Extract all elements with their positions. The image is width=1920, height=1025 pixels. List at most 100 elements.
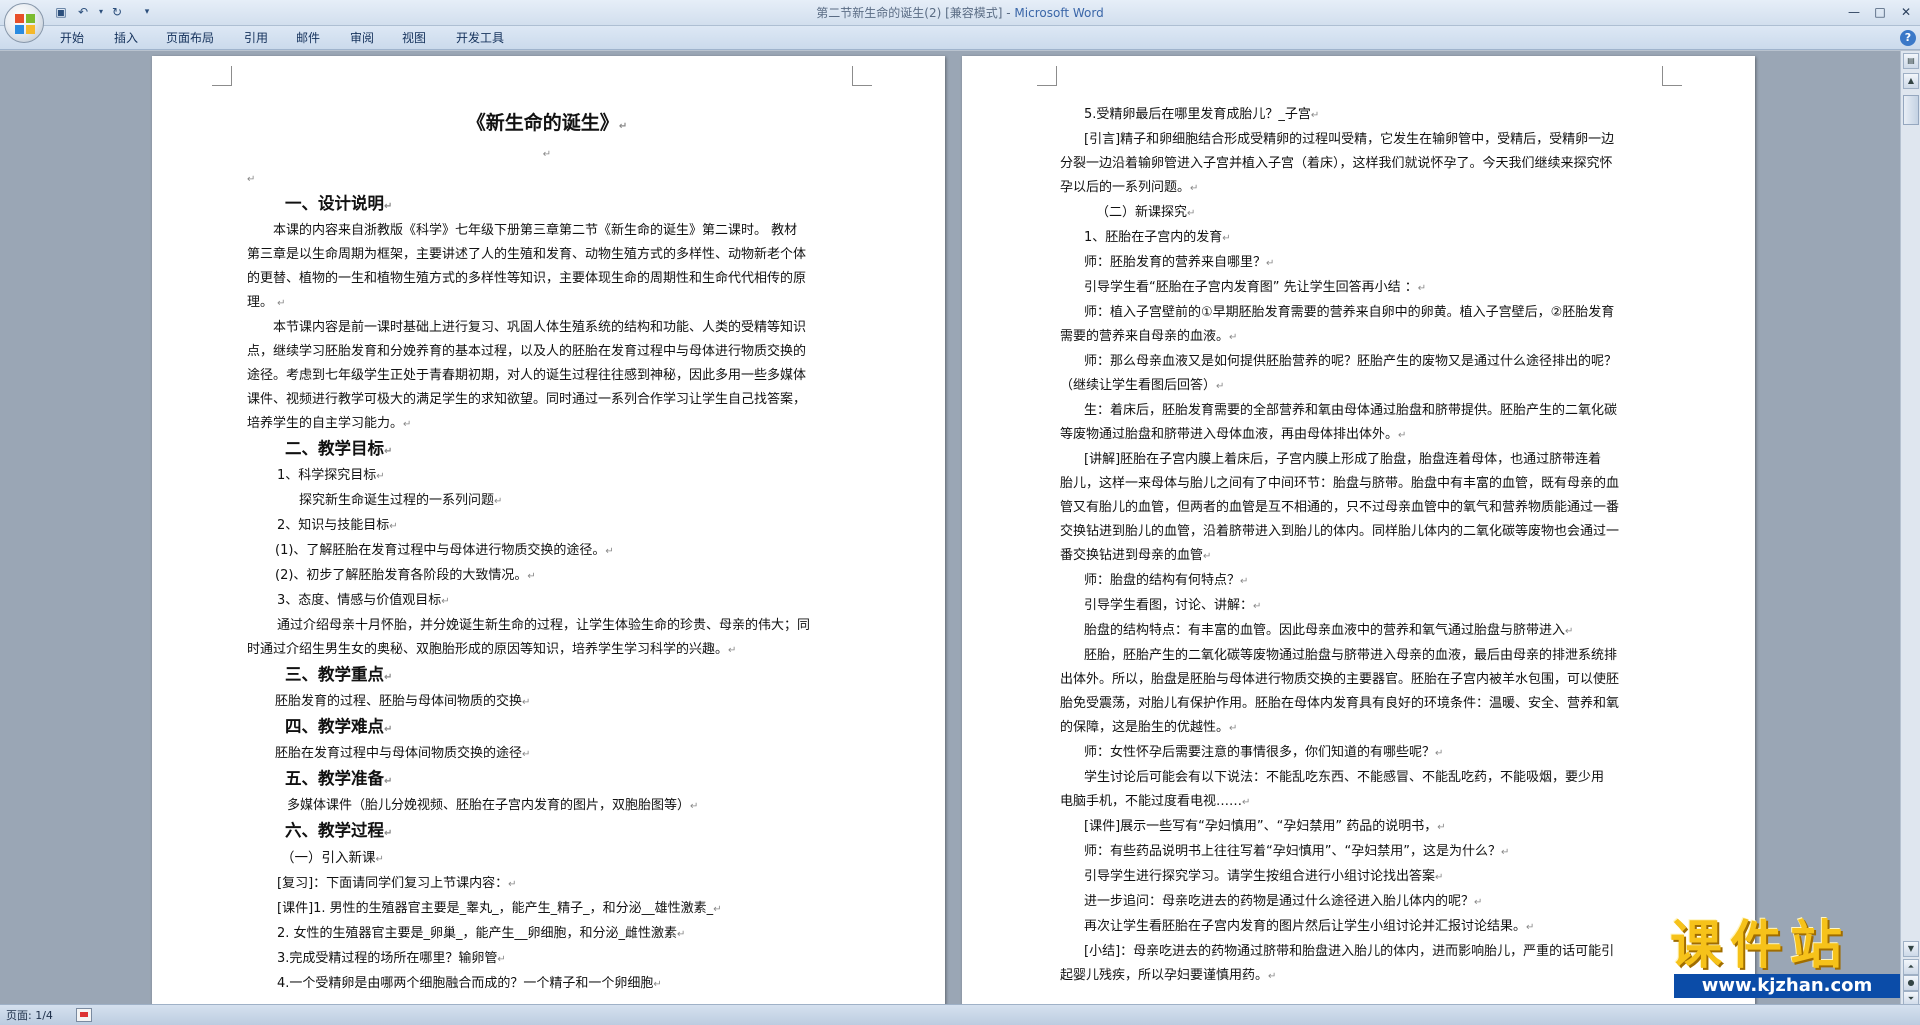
- paragraph-line: 3.完成受精过程的场所在哪里？输卵管↵: [277, 951, 506, 966]
- paragraph-line: [课件]展示一些写有“孕妇慎用”、“孕妇禁用” 药品的说明书，↵: [1084, 819, 1446, 834]
- watermark-title: 课件站: [1670, 916, 1851, 976]
- office-logo-icon: [15, 14, 35, 34]
- page-1-content: 《新生命的诞生》↵ ↵ ↵ 一、设计说明↵ 本课的内容来自浙教版《科学》七年级下…: [247, 108, 847, 997]
- paragraph-line: 的保障，这是胎生的优越性。↵: [1060, 720, 1238, 735]
- window-title: 第二节新生命的诞生(2) [兼容模式] - Microsoft Word: [0, 0, 1920, 26]
- app-name: Microsoft Word: [1014, 6, 1104, 20]
- paragraph-line: 等废物通过胎盘和脐带进入母体血液，再由母体排出体外。↵: [1060, 427, 1407, 442]
- help-icon[interactable]: ?: [1900, 30, 1916, 46]
- paragraph-line: 培养学生的自主学习能力。↵: [247, 416, 412, 431]
- paragraph-line: 5.受精卵最后在哪里发育成胎儿？_子宫↵: [1084, 107, 1320, 122]
- tab-review[interactable]: 审阅: [350, 29, 374, 47]
- paragraph-line: 胎免受震荡，对胎儿有保护作用。胚胎在母体内发育具有良好的环境条件：温暖、安全、营…: [1060, 696, 1620, 711]
- paragraph-line: 电脑手机，不能过度看电视……↵: [1060, 794, 1251, 809]
- page-1[interactable]: 《新生命的诞生》↵ ↵ ↵ 一、设计说明↵ 本课的内容来自浙教版《科学》七年级下…: [152, 56, 945, 1004]
- ribbon-tabs: 开始 插入 页面布局 引用 邮件 审阅 视图 开发工具 ?: [0, 26, 1920, 50]
- ruler-toggle-icon[interactable]: ▤: [1903, 53, 1919, 69]
- paragraph-line: 师：女性怀孕后需要注意的事情很多，你们知道的有哪些呢？↵: [1084, 745, 1444, 760]
- scroll-up-icon[interactable]: ▲: [1903, 73, 1919, 89]
- paragraph-line: 胎盘的结构特点：有丰富的血管。因此母亲血液中的营养和氧气通过胎盘与脐带进入↵: [1084, 623, 1574, 638]
- paragraph-line: 探究新生命诞生过程的一系列问题↵: [299, 493, 503, 508]
- heading-preparation: 五、教学准备↵: [285, 769, 393, 788]
- scroll-thumb[interactable]: [1903, 95, 1919, 125]
- title-bar: ▣ ↶ ▾ ↻ ▾ 第二节新生命的诞生(2) [兼容模式] - Microsof…: [0, 0, 1920, 43]
- tab-references[interactable]: 引用: [244, 29, 268, 47]
- paragraph-line: 生：着床后，胚胎发育需要的全部营养和氧由母体通过胎盘和脐带提供。胚胎产生的二氧化…: [1084, 403, 1618, 418]
- vertical-scrollbar[interactable]: ▤ ▲ ▼ ⏶ ● ⏷: [1900, 51, 1920, 1007]
- tab-insert[interactable]: 插入: [114, 29, 138, 47]
- close-button[interactable]: ✕: [1894, 3, 1918, 21]
- paragraph-line: 本节课内容是前一课时基础上进行复习、巩固人体生殖系统的结构和功能、人类的受精等知…: [273, 320, 807, 335]
- maximize-button[interactable]: □: [1868, 3, 1892, 21]
- paragraph-line: 番交换钻进到母亲的血管↵: [1060, 548, 1212, 563]
- paragraph-line: 胚胎在发育过程中与母体间物质交换的途径↵: [275, 746, 531, 761]
- watermark-logo: 课件站 www.kjzhan.com: [1670, 918, 1900, 1000]
- crop-mark: [852, 66, 872, 86]
- paragraph-line: 师：胚胎发育的营养来自哪里？↵: [1084, 255, 1275, 270]
- paragraph-line: 第三章是以生命周期为框架，主要讲述了人的生殖和发育、动物生殖方式的多样性、动物新…: [247, 247, 807, 262]
- select-browse-object-icon[interactable]: ●: [1903, 975, 1919, 991]
- paragraph-line: 的更替、植物的一生和植物生殖方式的多样性等知识，主要体现生命的周期性和生命代代相…: [247, 271, 807, 286]
- tab-mailings[interactable]: 邮件: [296, 29, 320, 47]
- paragraph-line: [讲解]胚胎在子宫内膜上着床后，子宫内膜上形成了胎盘，胎盘连着母体，也通过脐带连…: [1084, 452, 1602, 467]
- paragraph-line: (1)、了解胚胎在发育过程中与母体进行物质交换的途径。↵: [275, 543, 614, 558]
- paragraph-line: 1、胚胎在子宫内的发育↵: [1084, 230, 1231, 245]
- paragraph-line: [复习]：下面请同学们复习上节课内容：↵: [277, 876, 517, 891]
- subheading: 2、知识与技能目标↵: [277, 518, 398, 533]
- tab-developer[interactable]: 开发工具: [456, 29, 504, 47]
- document-title: 《新生命的诞生》↵: [466, 112, 628, 134]
- office-button[interactable]: [4, 3, 44, 43]
- page-number-status[interactable]: 页面: 1/4: [6, 1007, 53, 1024]
- paragraph-line: 再次让学生看胚胎在子宫内发育的图片然后让学生小组讨论并汇报讨论结果。↵: [1084, 919, 1535, 934]
- paragraph-line: 途径。考虑到七年级学生正处于青春期初期，对人的诞生过程往往感到神秘，因此多用一些…: [247, 368, 807, 383]
- paragraph-line: 需要的营养来自母亲的血液。↵: [1060, 329, 1238, 344]
- paragraph-line: 多媒体课件（胎儿分娩视频、胚胎在子宫内发育的图片，双胞胎图等）↵: [287, 798, 699, 813]
- paragraph-line: 理。 ↵: [247, 295, 286, 310]
- paragraph-line: 本课的内容来自浙教版《科学》七年级下册第三章第二节《新生命的诞生》第二课时。 教…: [273, 223, 798, 238]
- tab-home[interactable]: 开始: [60, 29, 84, 47]
- status-bar: 页面: 1/4: [0, 1004, 1920, 1025]
- heading-goals: 二、教学目标↵: [285, 439, 393, 458]
- paragraph-line: 胚胎发育的过程、胚胎与母体间物质的交换↵: [275, 694, 531, 709]
- empty-paragraph: ↵: [542, 149, 552, 160]
- document-area[interactable]: 《新生命的诞生》↵ ↵ ↵ 一、设计说明↵ 本课的内容来自浙教版《科学》七年级下…: [0, 51, 1900, 1004]
- paragraph-line: 孕以后的一系列问题。↵: [1060, 180, 1199, 195]
- previous-page-icon[interactable]: ⏶: [1903, 959, 1919, 975]
- paragraph-line: 师：有些药品说明书上往往写着“孕妇慎用”、“孕妇禁用”，这是为什么？↵: [1084, 844, 1510, 859]
- paragraph-line: [引言]精子和卵细胞结合形成受精卵的过程叫受精，它发生在输卵管中，受精后，受精卵…: [1084, 132, 1615, 147]
- paragraph-line: 出体外。所以，胎盘是胚胎与母体进行物质交换的主要器官。胚胎在子宫内被羊水包围，可…: [1060, 672, 1620, 687]
- heading-key-points: 三、教学重点↵: [285, 665, 393, 684]
- paragraph-line: 胎儿，这样一来母体与胎儿之间有了中间环节：胎盘与脐带。胎盘中有丰富的血管，既有母…: [1060, 476, 1620, 491]
- paragraph-line: 时通过介绍生男生女的奥秘、双胞胎形成的原因等知识，培养学生学习科学的兴趣。↵: [247, 642, 737, 657]
- paragraph-line: 4.一个受精卵是由哪两个细胞融合而成的？一个精子和一个卵细胞↵: [277, 976, 662, 991]
- paragraph-line: 分裂一边沿着输卵管进入子宫并植入子宫（着床），这样我们就说怀孕了。今天我们继续来…: [1060, 156, 1613, 171]
- paragraph-line: 师：胎盘的结构有何特点？↵: [1084, 573, 1249, 588]
- paragraph-line: 点，继续学习胚胎发育和分娩养育的基本过程，以及人的胚胎在发育过程中与母体进行物质…: [247, 344, 807, 359]
- subheading: 1、科学探究目标↵: [277, 468, 385, 483]
- paragraph-line: 引导学生进行探究学习。请学生按组合进行小组讨论找出答案↵: [1084, 869, 1444, 884]
- paragraph-line: [课件]1. 男性的生殖器官主要是_睾丸_，能产生_精子_，和分泌__雄性激素_…: [277, 901, 722, 916]
- paragraph-line: 师：那么母亲血液又是如何提供胚胎营养的呢？胚胎产生的废物又是通过什么途径排出的呢…: [1084, 354, 1618, 369]
- paragraph-line: 引导学生看“胚胎在子宫内发育图” 先让学生回答再小结 ：↵: [1084, 280, 1427, 295]
- paragraph-line: 2. 女性的生殖器官主要是_卵巢_，能产生__卵细胞，和分泌_雌性激素↵: [277, 926, 686, 941]
- paragraph-line: 交换钻进到胎儿的血管，沿着脐带进入到胎儿的体内。同样胎儿体内的二氧化碳等废物也会…: [1060, 524, 1620, 539]
- minimize-button[interactable]: —: [1842, 3, 1866, 21]
- page-2-content: 5.受精卵最后在哪里发育成胎儿？_子宫↵ [引言]精子和卵细胞结合形成受精卵的过程…: [1060, 103, 1665, 989]
- paragraph-line: 管又有胎儿的血管，但两者的血管是互不相通的，只不过母亲血管中的氧气和营养物质能通…: [1060, 500, 1620, 515]
- paragraph-line: 胚胎，胚胎产生的二氧化碳等废物通过胎盘与脐带进入母亲的血液，最后由母亲的排泄系统…: [1084, 648, 1618, 663]
- paragraph-line: 进一步追问：母亲吃进去的药物是通过什么途径进入胎儿体内的呢？↵: [1084, 894, 1483, 909]
- heading-design: 一、设计说明↵: [285, 194, 393, 213]
- proofing-errors-icon[interactable]: [76, 1008, 92, 1022]
- subheading: （一）引入新课↵: [281, 850, 384, 866]
- paragraph-line: 引导学生看图，讨论、讲解：↵: [1084, 598, 1262, 613]
- crop-mark: [1662, 66, 1682, 86]
- scroll-down-icon[interactable]: ▼: [1903, 941, 1919, 957]
- document-name: 第二节新生命的诞生(2) [兼容模式] -: [816, 6, 1015, 20]
- paragraph-line: 课件、视频进行教学可极大的满足学生的求知欲望。同时通过一系列合作学习让学生自己找…: [247, 392, 807, 407]
- tab-view[interactable]: 视图: [402, 29, 426, 47]
- heading-process: 六、教学过程↵: [285, 821, 393, 840]
- tab-page-layout[interactable]: 页面布局: [166, 29, 214, 47]
- watermark-url: www.kjzhan.com: [1674, 974, 1900, 998]
- page-2[interactable]: 5.受精卵最后在哪里发育成胎儿？_子宫↵ [引言]精子和卵细胞结合形成受精卵的过程…: [962, 56, 1755, 1004]
- paragraph-line: 学生讨论后可能会有以下说法：不能乱吃东西、不能感冒、不能乱吃药，不能吸烟，要少用: [1084, 770, 1605, 785]
